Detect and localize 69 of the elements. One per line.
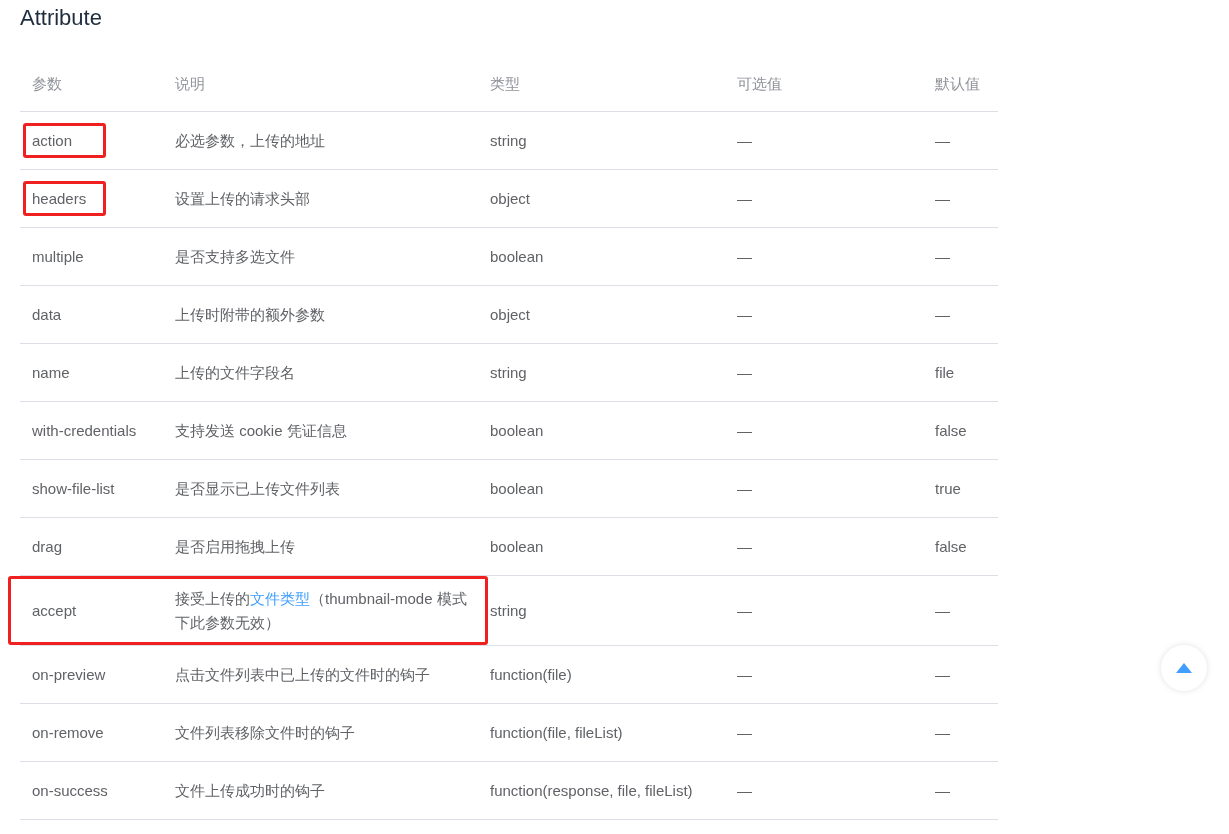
table-cell-text: —	[935, 130, 950, 151]
table-cell-text: action	[32, 130, 73, 151]
table-cell-text: —	[737, 722, 752, 743]
section-title: Attribute	[20, 4, 103, 32]
table-cell-text: on-success	[32, 780, 108, 801]
table-cell-text: false	[935, 420, 967, 441]
table-cell-text: object	[490, 188, 531, 209]
table-cell-text: 是否启用拖拽上传	[175, 536, 295, 557]
table-cell-text: —	[935, 304, 950, 325]
back-to-top-button[interactable]	[1161, 645, 1207, 691]
table-cell-text: —	[737, 478, 752, 499]
table-cell-text: —	[737, 246, 752, 267]
table-cell-text: file	[935, 362, 955, 383]
table-cell-text: name	[32, 362, 70, 383]
table-cell-text: with-credentials	[32, 420, 137, 441]
table-cell-text: —	[737, 362, 752, 383]
table-cell-text: —	[935, 188, 950, 209]
table-cell-text: boolean	[490, 246, 544, 267]
table-cell-text: —	[935, 780, 950, 801]
column-header: 说明	[174, 73, 206, 94]
doc-link[interactable]: 文件类型	[250, 589, 310, 607]
table-cell-text: 上传的文件字段名	[175, 362, 295, 383]
column-header: 默认值	[934, 73, 981, 94]
table-cell-text: drag	[32, 536, 63, 557]
table-cell-text: 接受上传的文件类型（thumbnail-mode 模式下此参数无效）	[175, 588, 468, 633]
column-header: 类型	[489, 73, 521, 94]
table-cell-text: string	[490, 362, 527, 383]
table-cell-text: —	[737, 188, 752, 209]
table-cell-text: 必选参数，上传的地址	[175, 130, 325, 151]
table-cell-text: show-file-list	[32, 478, 115, 499]
table-cell-text: false	[935, 536, 967, 557]
table-cell-text: on-preview	[32, 664, 106, 685]
table-cell-text: boolean	[490, 536, 544, 557]
table-cell-text: —	[935, 722, 950, 743]
table-cell-text: string	[490, 600, 527, 621]
table-cell-text: 上传时附带的额外参数	[175, 304, 325, 325]
table-cell-text: headers	[32, 188, 87, 209]
table-cell-text: —	[935, 600, 950, 621]
table-cell-text: 是否显示已上传文件列表	[175, 478, 340, 499]
table-cell-text: —	[737, 130, 752, 151]
table-cell-text: —	[935, 664, 950, 685]
table-cell-text: 设置上传的请求头部	[175, 188, 310, 209]
table-cell-text: 是否支持多选文件	[175, 246, 295, 267]
table-cell-text: —	[737, 600, 752, 621]
column-header: 可选值	[736, 73, 783, 94]
table-cell-text: 文件列表移除文件时的钩子	[175, 722, 355, 743]
table-cell-text: 点击文件列表中已上传的文件时的钩子	[175, 664, 430, 685]
table-cell-text: string	[490, 130, 527, 151]
table-cell-text: boolean	[490, 478, 544, 499]
caret-up-icon	[1176, 663, 1192, 673]
table-cell-text: —	[737, 664, 752, 685]
column-header: 参数	[31, 73, 63, 94]
table-cell-text: 支持发送 cookie 凭证信息	[175, 420, 347, 441]
table-cell-text: function(file)	[490, 664, 572, 685]
table-cell-text: multiple	[32, 246, 84, 267]
table-cell-text: function(response, file, fileList)	[490, 780, 693, 801]
table-cell-text: data	[32, 304, 62, 325]
table-cell-text: object	[490, 304, 531, 325]
table-cell-text: —	[935, 246, 950, 267]
table-cell-text: 文件上传成功时的钩子	[175, 780, 325, 801]
table-cell-text: —	[737, 536, 752, 557]
table-cell-text: function(file, fileList)	[490, 722, 623, 743]
table-cell-text: —	[737, 304, 752, 325]
table-cell-text: —	[737, 780, 752, 801]
table-cell-text: accept	[32, 600, 77, 621]
table-cell-text: boolean	[490, 420, 544, 441]
table-cell-text: —	[737, 420, 752, 441]
table-cell-text: on-remove	[32, 722, 104, 743]
table-cell-text: true	[935, 478, 961, 499]
